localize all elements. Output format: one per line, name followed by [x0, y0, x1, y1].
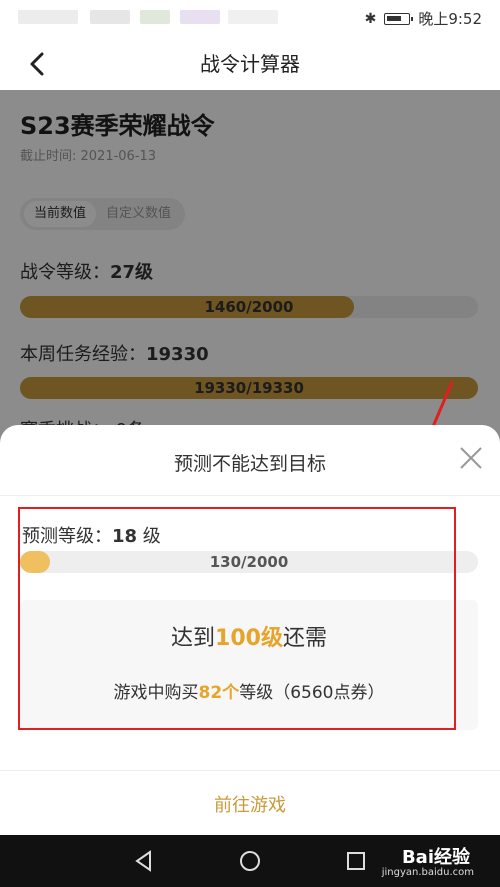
system-nav-bar: Bai经验 jingyan.baidu.com [0, 835, 500, 887]
triangle-back-icon [135, 850, 151, 872]
page-title: 战令计算器 [200, 52, 300, 76]
bluetooth-icon: ✱ [364, 10, 377, 27]
blurred-notification-icons [18, 10, 78, 24]
baidu-watermark-logo: Bai经验 [401, 847, 470, 868]
close-icon [460, 447, 482, 469]
blurred-notification-icons [180, 10, 220, 24]
prediction-sheet: 预测不能达到目标 预测等级：18 级 130/2000 达到100级还需 游戏中… [0, 425, 500, 835]
blurred-notification-icons [90, 10, 130, 24]
nav-recents-button[interactable] [344, 849, 368, 873]
square-recents-icon [347, 852, 365, 870]
status-bar: ✱ 晚上9:52 [0, 0, 500, 36]
close-button[interactable] [458, 445, 484, 471]
sheet-title: 预测不能达到目标 [173, 453, 326, 475]
battery-icon [384, 12, 414, 25]
circle-home-icon [240, 851, 260, 871]
status-right: ✱ 晚上9:52 [365, 8, 482, 29]
nav-back-button[interactable] [132, 849, 156, 873]
nav-home-button[interactable] [238, 849, 262, 873]
divider [0, 495, 500, 496]
go-to-game-button[interactable]: 前往游戏 [0, 791, 500, 817]
divider [0, 770, 500, 771]
red-highlight-annotation [18, 507, 456, 730]
blurred-notification-icons [228, 10, 278, 24]
blurred-notification-icons [140, 10, 170, 24]
nav-bar: 战令计算器 [0, 36, 500, 90]
baidu-watermark-url: jingyan.baidu.com [381, 867, 474, 878]
clock: 晚上9:52 [418, 10, 482, 28]
